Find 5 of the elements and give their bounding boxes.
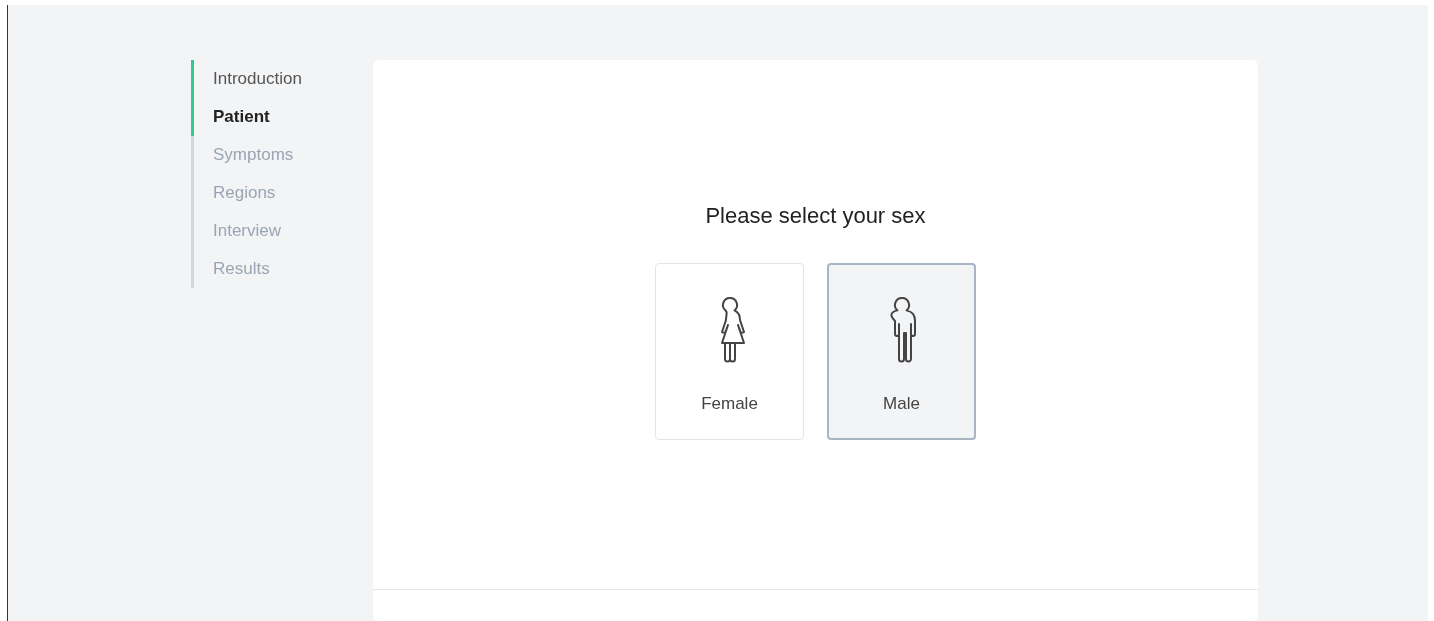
step-link[interactable]: Introduction <box>213 69 302 89</box>
step-link[interactable]: Patient <box>213 107 270 127</box>
question-title: Please select your sex <box>705 203 926 229</box>
sex-option[interactable]: Female <box>655 263 804 440</box>
sex-option[interactable]: Male <box>827 263 976 440</box>
